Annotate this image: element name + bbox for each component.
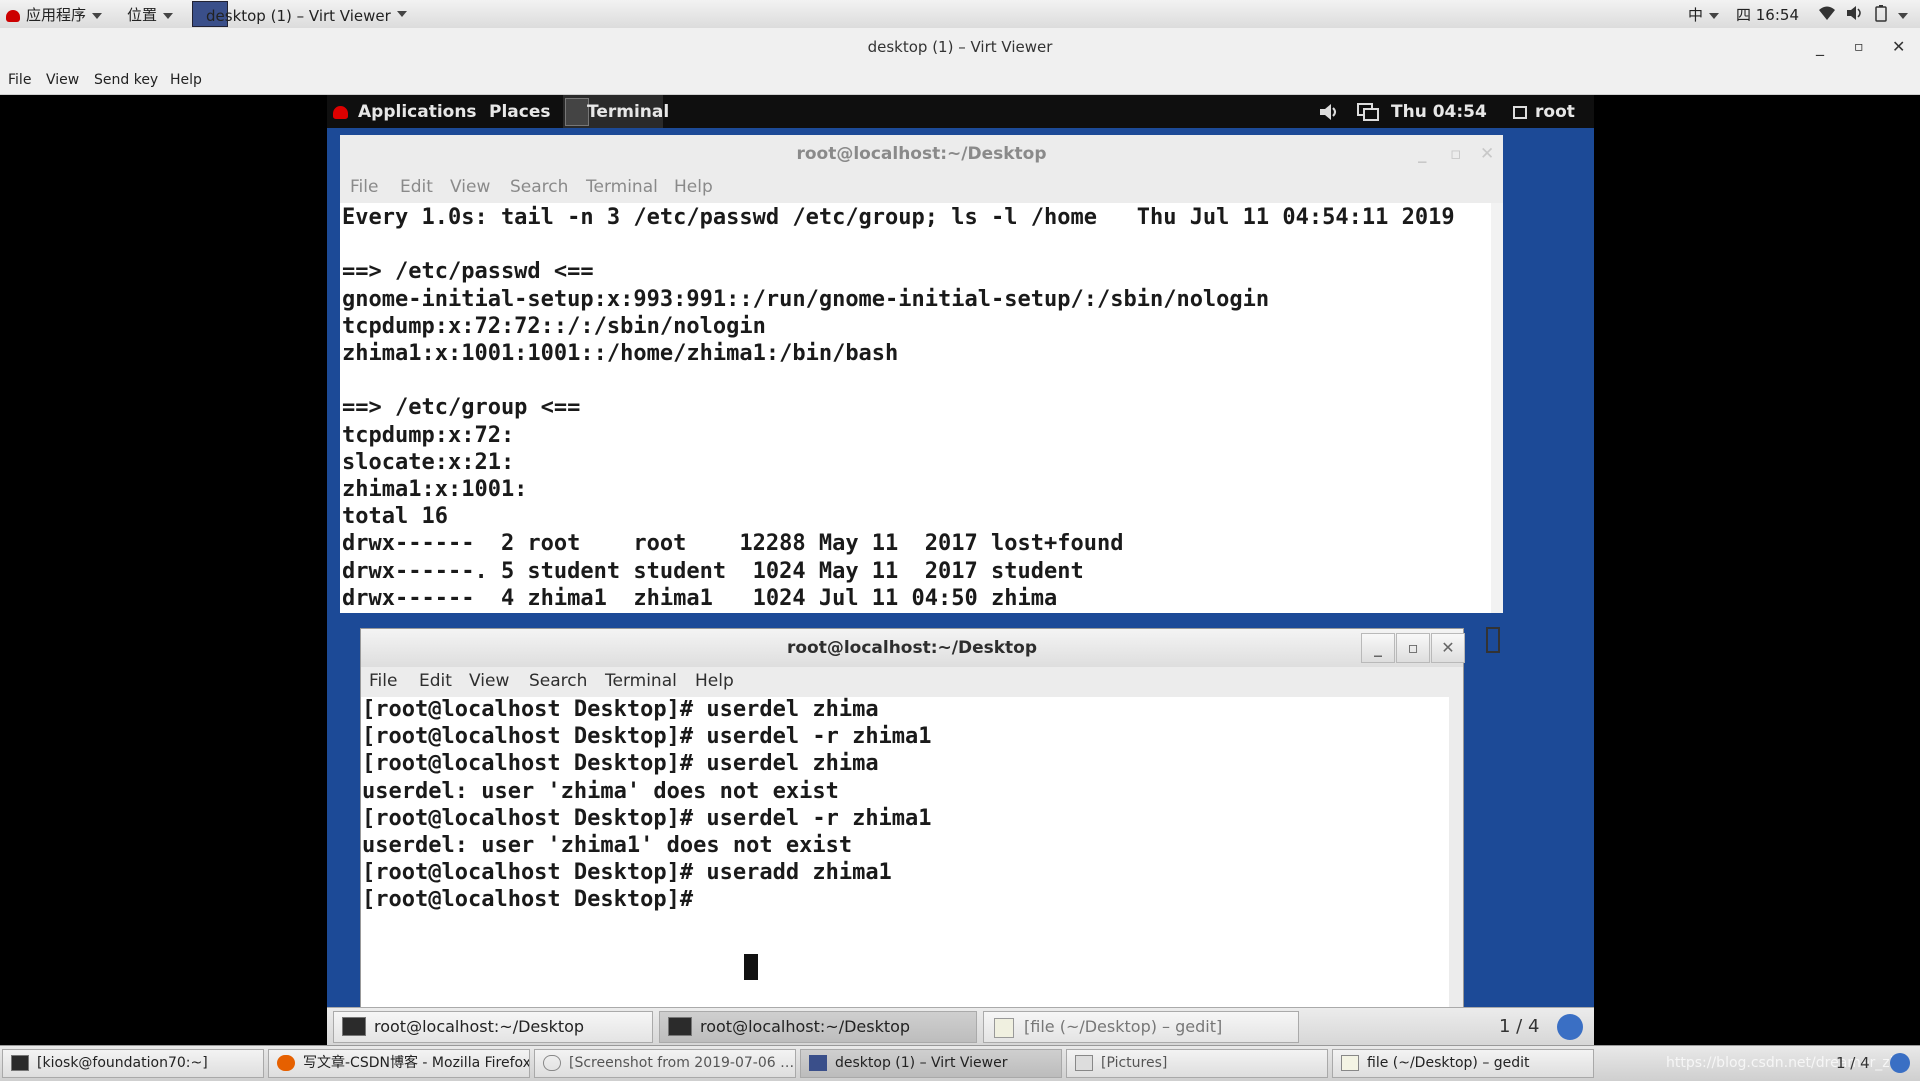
notification-icon[interactable] xyxy=(1557,1014,1583,1040)
guest-taskbar: root@localhost:~/Desktop root@localhost:… xyxy=(327,1007,1594,1045)
gedit-icon xyxy=(994,1018,1014,1038)
guest-clock[interactable]: Thu 04:54 xyxy=(1391,102,1487,122)
chevron-down-icon xyxy=(163,12,174,19)
user-icon xyxy=(1513,105,1527,119)
terminal-window-watch[interactable]: root@localhost:~/Desktop _ ▫ ✕ File Edit… xyxy=(340,135,1503,653)
terminal-menubar: File Edit View Search Terminal Help xyxy=(361,667,1463,697)
cursor-block xyxy=(744,954,758,980)
menu-edit[interactable]: Edit xyxy=(419,671,452,691)
network-icon[interactable] xyxy=(1357,103,1379,126)
workspace-pager[interactable]: 1 / 4 xyxy=(1836,1054,1870,1072)
task-virt-viewer[interactable]: desktop (1) – Virt Viewer xyxy=(800,1049,1062,1078)
host-top-panel: 应用程序 位置 desktop (1) – Virt Viewer 中 四 16… xyxy=(0,0,1920,29)
host-taskbar: [kiosk@foundation70:~] 写文章-CSDN博客 - Mozi… xyxy=(0,1045,1920,1081)
minimize-button[interactable]: _ xyxy=(1418,135,1427,173)
host-clock[interactable]: 四 16:54 xyxy=(1736,4,1799,25)
redhat-icon xyxy=(333,105,348,119)
task-terminal-1[interactable]: root@localhost:~/Desktop xyxy=(333,1011,653,1043)
wifi-icon[interactable] xyxy=(1818,5,1836,25)
menu-help[interactable]: Help xyxy=(674,177,713,197)
terminal-menubar: File Edit View Search Terminal Help xyxy=(340,173,1503,203)
chevron-down-icon xyxy=(1709,12,1720,19)
chevron-down-icon[interactable] xyxy=(1898,6,1908,24)
terminal-output[interactable]: Every 1.0s: tail -n 3 /etc/passwd /etc/g… xyxy=(342,204,1455,612)
task-screenshot[interactable]: [Screenshot from 2019-07-06 … xyxy=(534,1049,796,1078)
battery-icon[interactable] xyxy=(1874,5,1888,26)
maximize-button[interactable]: ▫ xyxy=(1396,633,1430,663)
redhat-icon xyxy=(6,9,20,22)
task-firefox[interactable]: 写文章-CSDN博客 - Mozilla Firefox xyxy=(268,1049,530,1078)
terminal-window-shell[interactable]: root@localhost:~/Desktop _ ▫ ✕ File Edit… xyxy=(360,628,1465,1029)
chevron-down-icon xyxy=(396,11,407,17)
menu-help[interactable]: Help xyxy=(170,72,202,88)
guest-user-menu[interactable]: root xyxy=(1513,102,1575,122)
terminal-icon xyxy=(668,1017,692,1036)
gedit-icon xyxy=(1341,1055,1359,1071)
maximize-button[interactable]: ▫ xyxy=(1854,28,1864,66)
ime-indicator[interactable]: 中 xyxy=(1688,4,1720,25)
firefox-icon xyxy=(277,1055,295,1071)
close-button[interactable]: ✕ xyxy=(1431,633,1465,663)
terminal-icon xyxy=(11,1055,29,1071)
volume-icon[interactable] xyxy=(1846,5,1864,25)
scrollbar[interactable] xyxy=(1449,697,1463,1029)
menu-help[interactable]: Help xyxy=(695,671,734,691)
guest-top-panel: Applications Places Terminal Thu 04:54 r… xyxy=(327,95,1594,128)
menu-view[interactable]: View xyxy=(469,671,509,691)
cursor-block xyxy=(1486,627,1500,653)
terminal-icon xyxy=(565,98,589,126)
task-kiosk-terminal[interactable]: [kiosk@foundation70:~] xyxy=(2,1049,264,1078)
virt-viewer-titlebar: desktop (1) – Virt Viewer _ ▫ ✕ xyxy=(0,28,1920,66)
menu-terminal[interactable]: Terminal xyxy=(586,177,658,197)
close-button[interactable]: ✕ xyxy=(1892,28,1905,66)
task-pictures[interactable]: [Pictures] xyxy=(1066,1049,1328,1078)
minimize-button[interactable]: _ xyxy=(1361,633,1395,663)
notification-icon[interactable] xyxy=(1890,1053,1910,1073)
virt-viewer-menubar: File View Send key Help xyxy=(0,66,1920,95)
minimize-button[interactable]: _ xyxy=(1816,28,1824,66)
menu-file[interactable]: File xyxy=(350,177,378,197)
virt-viewer-icon xyxy=(809,1055,827,1071)
host-places-menu[interactable]: 位置 xyxy=(127,4,174,25)
close-button[interactable]: ✕ xyxy=(1480,135,1494,173)
task-terminal-2[interactable]: root@localhost:~/Desktop xyxy=(659,1011,977,1043)
guest-desktop[interactable]: Applications Places Terminal Thu 04:54 r… xyxy=(327,95,1594,1045)
terminal-titlebar: root@localhost:~/Desktop _ ▫ ✕ xyxy=(340,135,1503,173)
menu-view[interactable]: View xyxy=(46,72,79,88)
menu-search[interactable]: Search xyxy=(529,671,587,691)
terminal-output[interactable]: [root@localhost Desktop]# userdel zhima … xyxy=(362,696,932,914)
menu-view[interactable]: View xyxy=(450,177,490,197)
task-gedit[interactable]: file (~/Desktop) – gedit xyxy=(1332,1049,1594,1078)
task-gedit[interactable]: [file (~/Desktop) – gedit] xyxy=(983,1011,1299,1043)
guest-terminal-menu[interactable]: Terminal xyxy=(563,95,669,128)
menu-file[interactable]: File xyxy=(8,72,31,88)
menu-search[interactable]: Search xyxy=(510,177,568,197)
volume-icon[interactable] xyxy=(1319,103,1341,126)
host-window-menu[interactable]: desktop (1) – Virt Viewer xyxy=(192,1,407,27)
menu-terminal[interactable]: Terminal xyxy=(605,671,677,691)
window-title: desktop (1) – Virt Viewer xyxy=(867,38,1053,56)
image-viewer-icon xyxy=(543,1055,561,1071)
scrollbar[interactable] xyxy=(1491,203,1503,613)
terminal-icon xyxy=(342,1017,366,1036)
menu-edit[interactable]: Edit xyxy=(400,177,433,197)
maximize-button[interactable]: ▫ xyxy=(1450,135,1462,173)
menu-send-key[interactable]: Send key xyxy=(94,72,158,88)
menu-file[interactable]: File xyxy=(369,671,397,691)
chevron-down-icon xyxy=(92,12,103,19)
folder-icon xyxy=(1075,1055,1093,1071)
terminal-titlebar: root@localhost:~/Desktop _ ▫ ✕ xyxy=(361,629,1465,667)
guest-applications-menu[interactable]: Applications xyxy=(333,102,477,122)
workspace-pager[interactable]: 1 / 4 xyxy=(1499,1016,1539,1037)
guest-places-menu[interactable]: Places xyxy=(489,102,550,122)
host-apps-menu[interactable]: 应用程序 xyxy=(6,4,103,25)
